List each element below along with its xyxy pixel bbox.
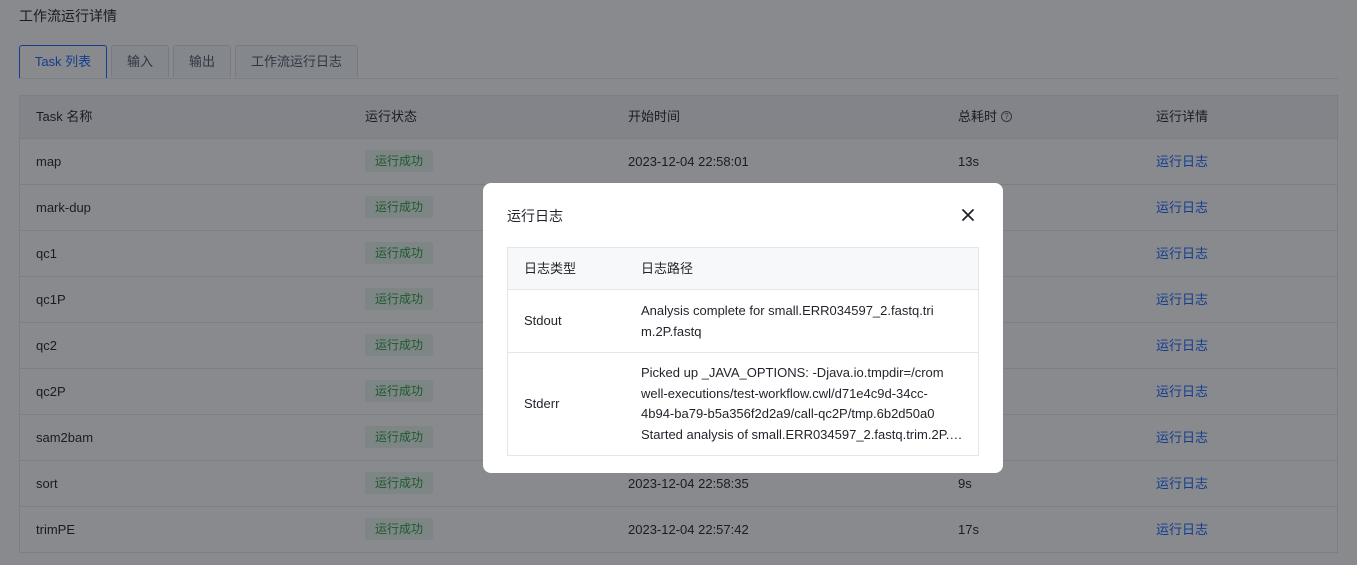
header-log-type: 日志类型 [524,261,577,276]
log-row: Stderr Picked up _JAVA_OPTIONS: -Djava.io… [508,353,978,455]
log-table-body: Stdout Analysis complete for small.ERR034… [508,290,978,455]
log-path: Picked up _JAVA_OPTIONS: -Djava.io.tmpdi… [641,363,963,445]
modal-title: 运行日志 [507,208,563,224]
log-path-line: well-executions/test-workflow.cwl/d71e4c… [641,385,928,401]
log-type: Stderr [524,396,560,411]
log-path-line: 4b94-ba79-b5a356f2d2a9/call-qc2P/tmp.6b2… [641,406,935,421]
log-table-header: 日志类型 日志路径 [508,248,978,290]
log-type: Stdout [524,313,562,328]
workflow-run-detail-page: 工作流运行详情 Task 列表 输入 输出 工作流运行日志 Task 名称 运行… [0,0,1357,565]
log-path: Analysis complete for small.ERR034597_2.… [641,301,963,342]
log-path-line: Analysis complete for small.ERR034597_2.… [641,303,934,318]
header-log-path: 日志路径 [641,261,694,276]
log-path-line: Picked up _JAVA_OPTIONS: -Djava.io.tmpdi… [641,365,944,380]
log-path-line: Started analysis of small.ERR034597_2.fa… [641,426,963,442]
close-icon[interactable] [961,208,975,222]
run-log-modal: 运行日志 日志类型 日志路径 Stdout Analysis complete f… [483,183,1003,473]
log-path-line: m.2P.fastq [641,323,702,339]
log-row: Stdout Analysis complete for small.ERR034… [508,290,978,353]
log-table: 日志类型 日志路径 Stdout Analysis complete for sm… [507,247,979,456]
